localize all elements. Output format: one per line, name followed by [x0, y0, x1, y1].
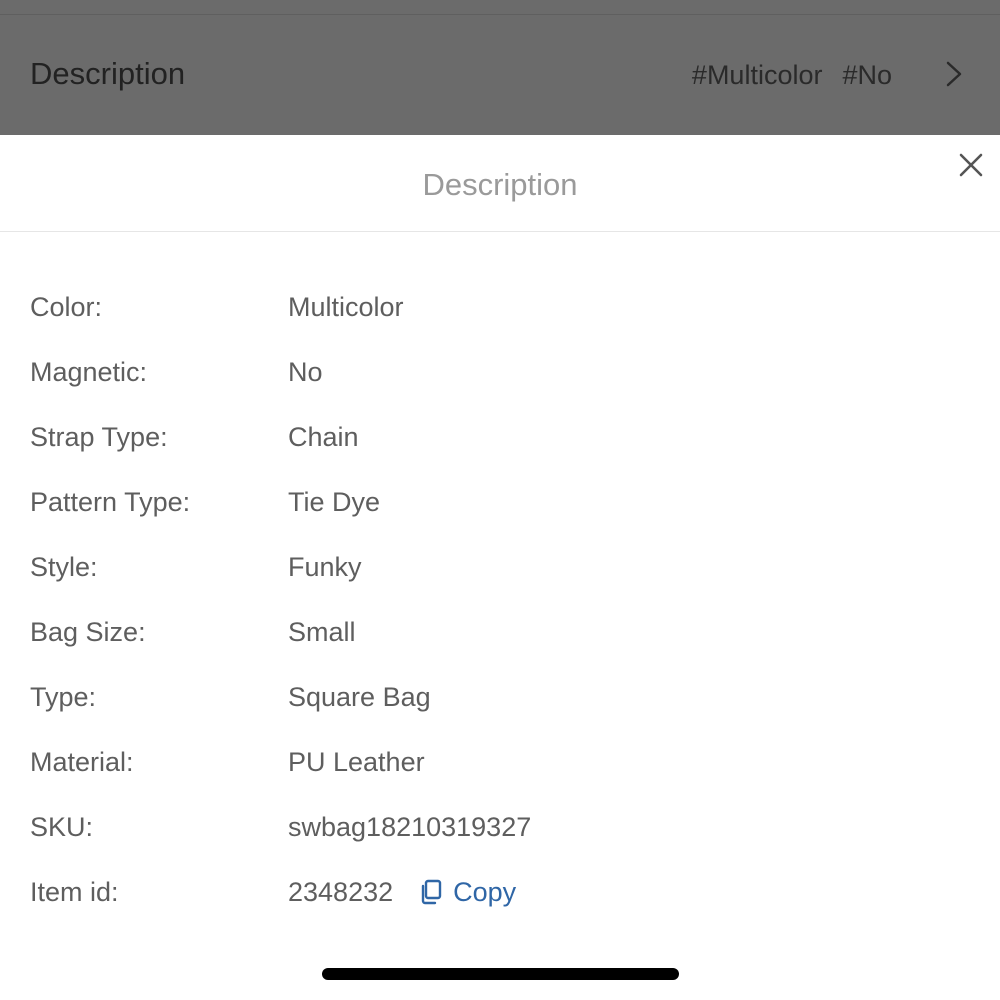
attribute-label: Style: — [30, 552, 98, 582]
attribute-row-strap-type: Strap Type: Chain — [0, 415, 1000, 459]
attribute-value-with-copy: 2348232 Copy — [288, 870, 516, 914]
attribute-label: Item id: — [30, 877, 119, 907]
attribute-row-sku: SKU: swbag18210319327 — [0, 805, 1000, 849]
attribute-value: Chain — [288, 422, 359, 452]
attribute-label: SKU: — [30, 812, 94, 842]
attribute-label: Color: — [30, 292, 103, 322]
attribute-label: Strap Type: — [30, 422, 168, 452]
attribute-row-material: Material: PU Leather — [0, 740, 1000, 784]
attribute-value: Small — [288, 617, 356, 647]
attribute-row-style: Style: Funky — [0, 545, 1000, 589]
home-indicator[interactable] — [322, 968, 679, 980]
item-id-value: 2348232 — [288, 877, 394, 907]
copy-button[interactable]: Copy — [419, 870, 516, 914]
sheet-title: Description — [422, 167, 578, 202]
attribute-row-type: Type: Square Bag — [0, 675, 1000, 719]
attribute-value: Funky — [288, 552, 362, 582]
sheet-header: Description — [0, 135, 1000, 232]
attribute-value: Tie Dye — [288, 487, 381, 517]
copy-label: Copy — [453, 877, 517, 907]
copy-icon — [421, 879, 442, 905]
dimmed-background-header: Description #Multicolor #No — [0, 0, 1000, 135]
divider — [0, 14, 1000, 15]
attribute-label: Bag Size: — [30, 617, 146, 647]
background-tags: #Multicolor #No — [692, 55, 892, 95]
attribute-value: Square Bag — [288, 682, 431, 712]
close-icon[interactable] — [956, 150, 986, 180]
attribute-row-pattern-type: Pattern Type: Tie Dye — [0, 480, 1000, 524]
attribute-row-color: Color: Multicolor — [0, 285, 1000, 329]
chevron-right-icon — [946, 61, 962, 87]
attribute-value: No — [288, 357, 323, 387]
attribute-value: swbag18210319327 — [288, 812, 532, 842]
attribute-row-bag-size: Bag Size: Small — [0, 610, 1000, 654]
attribute-label: Type: — [30, 682, 97, 712]
tag-no: #No — [842, 60, 892, 90]
background-description-title: Description — [30, 56, 186, 91]
tag-multicolor: #Multicolor — [691, 60, 823, 90]
attribute-label: Material: — [30, 747, 134, 777]
attribute-value: Multicolor — [288, 292, 404, 322]
description-sheet: Description Color: Multicolor Magnetic: … — [0, 135, 1000, 1000]
attribute-label: Magnetic: — [30, 357, 148, 387]
attribute-row-item-id: Item id: 2348232 Copy — [0, 870, 1000, 914]
attribute-value: PU Leather — [288, 747, 425, 777]
attribute-label: Pattern Type: — [30, 487, 191, 517]
attribute-row-magnetic: Magnetic: No — [0, 350, 1000, 394]
